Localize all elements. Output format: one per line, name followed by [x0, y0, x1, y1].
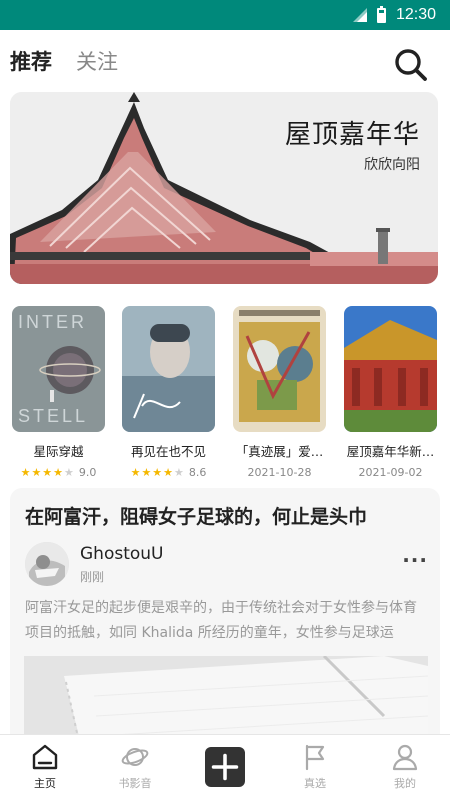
bottom-nav: 主页 书影音 真选 我的	[0, 734, 450, 800]
nav-mine-label: 我的	[394, 777, 416, 790]
card-title: 再见在也不见	[130, 444, 206, 459]
post-time: 刚刚	[80, 570, 105, 584]
media-card[interactable]: 再见在也不见 ★★★★★ 8.6	[122, 306, 215, 479]
nav-picks[interactable]: 真选	[270, 735, 360, 800]
nav-media-label: 书影音	[118, 777, 152, 790]
card-title: 星际穿越	[33, 444, 84, 459]
nav-add[interactable]	[180, 735, 270, 800]
svg-text:STELL: STELL	[18, 406, 88, 426]
card-cover	[122, 306, 215, 432]
rating-value: 8.6	[188, 466, 207, 479]
planet-icon	[121, 748, 149, 766]
home-icon	[32, 744, 58, 770]
nav-home-label: 主页	[34, 777, 56, 790]
article-title[interactable]: 在阿富汗，阻碍女子足球的，何止是头巾	[25, 502, 367, 529]
card-title: 「真迹展」爱…	[235, 444, 324, 459]
nav-media[interactable]: 书影音	[90, 735, 180, 800]
card-date: 2021-09-02	[358, 466, 423, 479]
rating-value: 9.0	[78, 466, 97, 479]
media-card[interactable]: 屋顶嘉年华新… 2021-09-02	[344, 306, 437, 479]
avatar[interactable]	[25, 542, 69, 586]
nav-home[interactable]: 主页	[0, 735, 90, 800]
user-icon	[392, 744, 418, 771]
card-title: 屋顶嘉年华新…	[346, 444, 435, 459]
media-card[interactable]: INTER STELL 星际穿越 ★★★★★ 9.0	[12, 306, 105, 479]
star-rating-icon: ★★★★★	[20, 466, 75, 479]
author-name[interactable]: GhostouU	[80, 544, 164, 564]
tab-recommend[interactable]: 推荐	[10, 46, 52, 76]
media-card-row: INTER STELL 星际穿越 ★★★★★ 9.0 再见在也不见 ★★★★★ …	[0, 306, 450, 479]
article-card[interactable]: 在阿富汗，阻碍女子足球的，何止是头巾 GhostouU 刚刚 ··· 阿富汗女足…	[10, 488, 440, 748]
article-excerpt: 阿富汗女足的起步便是艰辛的，由于传统社会对于女性参与体育项目的抵触，如同 Kha…	[25, 600, 417, 641]
featured-banner[interactable]: 屋顶嘉年华 欣欣向阳	[10, 92, 438, 284]
card-cover	[344, 306, 437, 432]
more-options-icon[interactable]: ···	[402, 548, 428, 572]
nav-mine[interactable]: 我的	[360, 735, 450, 800]
signal-icon	[352, 8, 367, 22]
card-rating: ★★★★★ 8.6	[122, 466, 215, 479]
clock: 12:30	[395, 6, 436, 23]
svg-text:INTER: INTER	[18, 312, 87, 332]
card-cover	[233, 306, 326, 432]
media-card[interactable]: 「真迹展」爱… 2021-10-28	[233, 306, 326, 479]
battery-icon	[376, 5, 386, 23]
search-icon[interactable]	[394, 48, 428, 82]
add-button[interactable]	[205, 747, 245, 787]
card-cover: INTER STELL	[12, 306, 105, 432]
nav-picks-label: 真选	[304, 777, 326, 790]
status-bar: 12:30	[0, 0, 450, 30]
top-tabs: 推荐 关注	[0, 30, 450, 92]
flag-icon	[305, 744, 325, 771]
card-date: 2021-10-28	[247, 466, 312, 479]
plus-icon	[211, 753, 239, 781]
star-rating-icon: ★★★★★	[130, 466, 185, 479]
banner-title: 屋顶嘉年华	[284, 120, 420, 150]
card-rating: ★★★★★ 9.0	[12, 466, 105, 479]
tab-follow[interactable]: 关注	[76, 46, 118, 76]
banner-subtitle: 欣欣向阳	[364, 157, 420, 173]
